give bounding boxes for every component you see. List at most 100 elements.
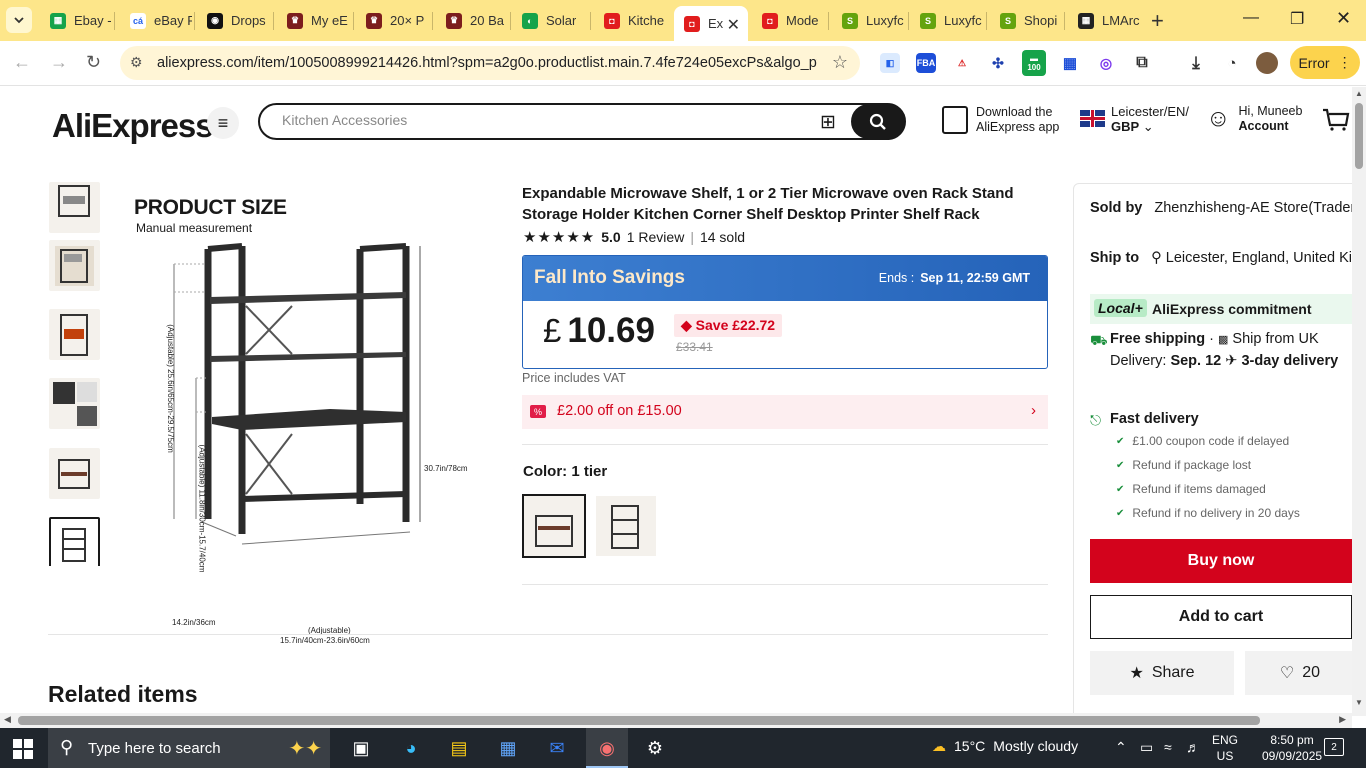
scroll-down-arrow-icon[interactable]: ▼ <box>1355 698 1363 707</box>
search-button[interactable] <box>851 104 905 139</box>
bookmark-star-icon[interactable]: ☆ <box>832 52 848 73</box>
download-icon[interactable]: ⤓ <box>1186 53 1206 73</box>
taskbar-search[interactable]: ⚲ Type here to search ✦✦ <box>48 728 330 768</box>
tab-search-button[interactable] <box>6 7 32 33</box>
chrome-icon[interactable]: ◉ <box>592 734 622 762</box>
extensions-puzzle-icon[interactable]: ⧉ <box>1132 53 1152 73</box>
clock[interactable]: 8:50 pm 09/09/2025 <box>1262 732 1322 764</box>
new-tab-button[interactable]: + <box>1151 8 1164 34</box>
site-info-icon[interactable]: ⚙ <box>130 54 143 71</box>
scroll-up-arrow-icon[interactable]: ▲ <box>1355 89 1363 98</box>
back-button[interactable]: ← <box>13 52 31 73</box>
product-thumbnail[interactable] <box>49 240 100 291</box>
url-text[interactable]: aliexpress.com/item/1005008999214426.htm… <box>157 55 817 71</box>
forward-button[interactable]: → <box>50 52 68 73</box>
performance-icon[interactable]: ◔ <box>1222 53 1242 73</box>
vertical-scrollbar[interactable]: ▲ ▼ <box>1352 87 1366 716</box>
extension-circle-icon[interactable]: ◎ <box>1096 53 1116 73</box>
coupon-banner[interactable]: % £2.00 off on £15.00 › <box>522 395 1048 429</box>
horizontal-scrollbar[interactable]: ◀ ▶ <box>0 713 1352 728</box>
extension-badge-icon[interactable]: ▬ 100 <box>1022 50 1046 76</box>
edge-icon[interactable]: ◕ <box>396 734 426 762</box>
extension-fba-icon[interactable]: FBA <box>916 53 936 73</box>
ship-to-row[interactable]: Ship to ⚲ Leicester, England, United Ki..… <box>1090 250 1352 266</box>
product-thumbnail[interactable] <box>49 378 100 429</box>
buy-now-button[interactable]: Buy now <box>1090 539 1352 583</box>
aliexpress-logo[interactable]: AliExpress <box>52 107 214 145</box>
tab-favicon-icon: ♛ <box>446 12 462 29</box>
extension-icon[interactable]: ◧ <box>880 53 900 73</box>
browser-tab[interactable]: ▦ LMArc <box>1068 4 1142 37</box>
divider <box>48 634 1048 635</box>
store-name[interactable]: Zhenzhisheng-AE Store(Trader) <box>1154 200 1352 216</box>
share-button[interactable]: ★ Share <box>1090 651 1234 695</box>
browser-tab[interactable]: S Luxyfc <box>832 4 906 37</box>
browser-tab[interactable]: ♛ 20 Ba <box>436 4 508 37</box>
product-thumbnail[interactable] <box>49 448 100 499</box>
profile-avatar[interactable] <box>1256 52 1278 74</box>
search-input[interactable] <box>282 112 782 128</box>
scrollbar-thumb[interactable] <box>18 716 1260 725</box>
close-window-button[interactable]: ✕ <box>1336 8 1351 29</box>
browser-tab[interactable]: ◘ Mode <box>752 4 826 37</box>
task-view-icon[interactable]: ▣ <box>346 734 376 762</box>
extension-grid-icon[interactable]: ▦ <box>1060 53 1080 73</box>
scroll-right-arrow-icon[interactable]: ▶ <box>1339 714 1346 725</box>
main-product-image[interactable]: PRODUCT SIZE Manual measurement 30.7in/7… <box>130 184 500 645</box>
tab-title: Luxyfc <box>866 13 904 28</box>
address-bar[interactable]: ⚙ aliexpress.com/item/1005008999214426.h… <box>120 46 860 80</box>
browser-tab[interactable]: ♛ 20× P <box>356 4 430 37</box>
scrollbar-thumb[interactable] <box>1355 103 1363 169</box>
wishlist-button[interactable]: ♡ 20 <box>1245 651 1352 695</box>
browser-tab[interactable]: ▦ Ebay - <box>40 4 112 37</box>
add-to-cart-button[interactable]: Add to cart <box>1090 595 1352 639</box>
current-price: £10.69 <box>543 311 655 351</box>
product-thumbnail[interactable] <box>49 309 100 360</box>
store-icon[interactable]: ▦ <box>493 734 523 762</box>
minimize-button[interactable]: — <box>1243 9 1259 27</box>
browser-tab[interactable]: S Luxyfc <box>910 4 984 37</box>
weather-widget[interactable]: ☁ 15°C Mostly cloudy <box>932 738 1078 755</box>
extension-alert-icon[interactable]: ⚠ <box>952 53 972 73</box>
tab-favicon-icon: ◘ <box>684 15 700 32</box>
rating-score: 5.0 <box>601 229 621 245</box>
download-app-link[interactable]: Download the AliExpress app <box>942 105 1059 135</box>
wifi-icon[interactable]: ≈ <box>1164 739 1172 755</box>
browser-tab[interactable]: ◘ Kitche <box>594 4 668 37</box>
browser-tab[interactable]: cá eBay F <box>120 4 192 37</box>
browser-tab[interactable]: ◘ Ex ✕ <box>674 6 748 41</box>
locale-selector[interactable]: Leicester/EN/GBP ⌄ <box>1080 104 1189 134</box>
windows-start-icon[interactable] <box>13 739 33 759</box>
reload-button[interactable]: ↻ <box>86 52 101 73</box>
color-option-1-tier[interactable] <box>522 494 586 558</box>
browser-tab[interactable]: ♛ My eE <box>277 4 351 37</box>
extension-globe-icon[interactable]: ✣ <box>988 53 1008 73</box>
image-search-icon[interactable]: ⊞ <box>820 111 836 134</box>
search-highlight-icon: ✦✦ <box>288 738 322 760</box>
browser-tab[interactable]: ◐ Solar <box>512 4 588 37</box>
price-value: 10.69 <box>567 311 655 350</box>
settings-gear-icon[interactable]: ⚙ <box>640 734 670 762</box>
product-thumbnail-selected[interactable] <box>49 517 100 566</box>
account-menu[interactable]: ☺ Hi, Muneeb Account <box>1206 104 1302 134</box>
battery-icon[interactable]: ▭ <box>1140 739 1153 756</box>
color-option-2-tier[interactable] <box>596 496 656 556</box>
product-thumbnail[interactable] <box>49 182 100 233</box>
browser-tab[interactable]: ◉ Drops <box>197 4 271 37</box>
reviews-link[interactable]: 1 Review <box>627 229 685 245</box>
categories-menu-icon[interactable]: ≡ <box>207 107 239 139</box>
outlook-icon[interactable]: ✉ <box>542 734 572 762</box>
chevron-up-icon[interactable]: ⌃ <box>1115 739 1127 756</box>
browser-tab[interactable]: S Shopi <box>990 4 1062 37</box>
scroll-left-arrow-icon[interactable]: ◀ <box>4 714 11 725</box>
volume-icon[interactable]: ♬ <box>1186 739 1200 755</box>
purchase-panel: Sold by Zhenzhisheng-AE Store(Trader) Shi… <box>1073 183 1352 716</box>
error-button[interactable]: Error ⋮ <box>1290 46 1360 79</box>
file-explorer-icon[interactable]: ▤ <box>444 734 474 762</box>
language-indicator[interactable]: ENG US <box>1212 732 1238 764</box>
notifications-icon[interactable]: 2 <box>1324 738 1344 756</box>
close-tab-icon[interactable]: ✕ <box>727 15 740 35</box>
cart-icon[interactable] <box>1322 107 1350 140</box>
local-plus-badge: Local+ <box>1094 299 1147 317</box>
restore-button[interactable]: ❐ <box>1290 9 1304 29</box>
